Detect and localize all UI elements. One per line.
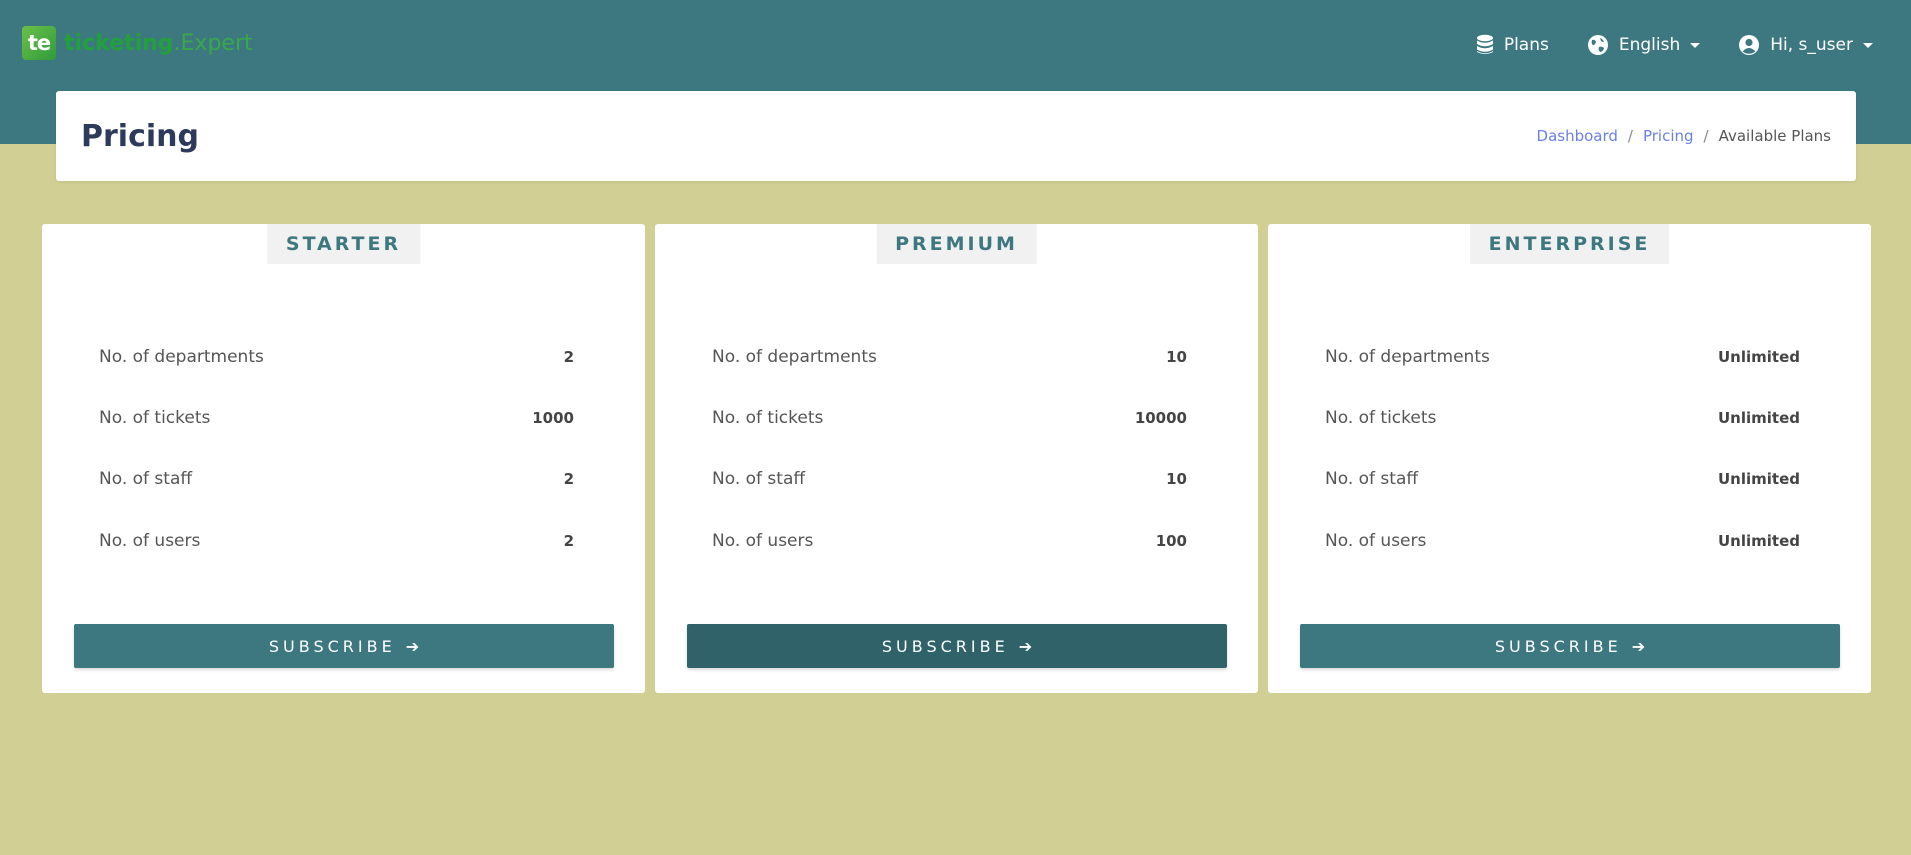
feature-label: No. of staff [712,469,806,489]
user-circle-icon [1739,35,1760,55]
plan-card-premium: PREMIUM No. of departments 10 No. of tic… [655,224,1258,693]
plan-name: ENTERPRISE [1469,224,1670,264]
chevron-down-icon [1690,42,1701,48]
feature-label: No. of departments [712,347,877,367]
feature-row: No. of departments Unlimited [1325,342,1800,372]
database-icon [1476,34,1493,54]
feature-row: No. of tickets Unlimited [1325,403,1800,433]
breadcrumb-pricing[interactable]: Pricing [1643,127,1694,145]
feature-value: Unlimited [1718,409,1800,427]
feature-value: 10000 [1134,409,1187,427]
subscribe-label: SUBSCRIBE [881,636,1009,656]
brand-name: ticketing.Expert [64,31,253,56]
subscribe-label: SUBSCRIBE [268,636,396,656]
feature-value: 10 [1166,348,1187,366]
arrow-right-icon: ➔ [1018,636,1033,656]
arrow-right-icon: ➔ [405,636,420,656]
feature-value: Unlimited [1718,532,1800,550]
page-header: Pricing Dashboard / Pricing / Available … [56,91,1856,181]
breadcrumb-current: Available Plans [1718,127,1831,145]
feature-label: No. of users [1325,531,1427,551]
feature-row: No. of departments 10 [712,342,1187,372]
feature-row: No. of staff 10 [712,464,1187,494]
feature-label: No. of tickets [1325,408,1437,428]
breadcrumb-dashboard[interactable]: Dashboard [1537,127,1618,145]
plan-name: STARTER [266,224,421,264]
subscribe-button-starter[interactable]: SUBSCRIBE ➔ [74,624,614,668]
feature-value: Unlimited [1718,348,1800,366]
brand-name-bold: ticketing [64,30,174,56]
feature-row: No. of tickets 10000 [712,403,1187,433]
language-dropdown[interactable]: English [1587,34,1701,56]
feature-row: No. of staff Unlimited [1325,464,1800,494]
nav-menu: Plans English Hi, s_user [1476,30,1873,60]
user-menu[interactable]: Hi, s_user [1738,34,1873,56]
nav-plans[interactable]: Plans [1476,34,1549,56]
breadcrumb-separator: / [1627,127,1633,145]
breadcrumb-separator: / [1703,127,1709,145]
feature-label: No. of users [712,531,814,551]
feature-label: No. of departments [1325,347,1490,367]
plan-card-starter: STARTER No. of departments 2 No. of tick… [42,224,645,693]
brand-name-light: .Expert [173,30,253,56]
feature-value: 2 [563,348,574,366]
feature-label: No. of departments [99,347,264,367]
feature-row: No. of staff 2 [99,464,574,494]
feature-value: 1000 [532,409,574,427]
page-title: Pricing [81,119,199,154]
language-label: English [1618,35,1681,55]
brand-logo[interactable]: te ticketing.Expert [22,26,253,60]
globe-icon [1587,35,1608,55]
subscribe-button-premium[interactable]: SUBSCRIBE ➔ [687,624,1227,668]
subscribe-button-enterprise[interactable]: SUBSCRIBE ➔ [1300,624,1840,668]
feature-label: No. of staff [99,469,193,489]
feature-row: No. of tickets 1000 [99,403,574,433]
logo-badge: te [22,26,56,60]
feature-row: No. of users 100 [712,526,1187,556]
feature-value: 2 [563,532,574,550]
nav-plans-label: Plans [1503,35,1549,55]
feature-value: Unlimited [1718,470,1800,488]
feature-label: No. of staff [1325,469,1419,489]
feature-row: No. of users 2 [99,526,574,556]
feature-label: No. of tickets [712,408,824,428]
feature-value: 10 [1166,470,1187,488]
plan-name: PREMIUM [876,224,1037,264]
user-greeting: Hi, s_user [1770,35,1853,55]
feature-value: 100 [1155,532,1187,550]
chevron-down-icon [1863,42,1873,48]
feature-value: 2 [563,470,574,488]
feature-label: No. of tickets [99,408,211,428]
arrow-right-icon: ➔ [1631,636,1646,656]
plan-card-enterprise: ENTERPRISE No. of departments Unlimited … [1268,224,1871,693]
subscribe-label: SUBSCRIBE [1494,636,1622,656]
feature-row: No. of users Unlimited [1325,526,1800,556]
breadcrumb: Dashboard / Pricing / Available Plans [1537,127,1831,145]
feature-label: No. of users [99,531,201,551]
feature-row: No. of departments 2 [99,342,574,372]
